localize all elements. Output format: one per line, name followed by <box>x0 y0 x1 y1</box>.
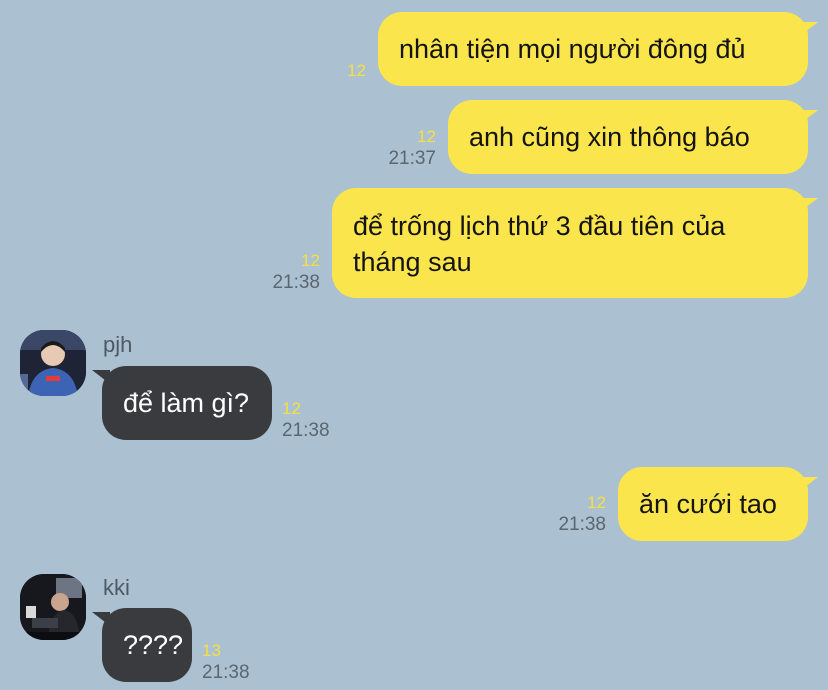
message-time: 21:37 <box>388 148 436 169</box>
unread-count: 12 <box>587 493 606 512</box>
message-meta: 13 21:38 <box>202 640 282 684</box>
bubble-tail <box>800 198 818 212</box>
message-meta: 12 21:38 <box>526 492 606 536</box>
outgoing-message-bubble[interactable]: ăn cưới tao <box>618 467 808 541</box>
incoming-message-bubble[interactable]: để làm gì? <box>102 366 272 440</box>
message-meta: 12 21:38 <box>240 250 320 294</box>
user-avatar-icon <box>20 574 86 640</box>
sender-name: kki <box>103 575 130 600</box>
unread-count: 12 <box>417 127 436 146</box>
message-meta: 12 21:38 <box>282 398 362 442</box>
user-avatar[interactable] <box>20 330 86 396</box>
outgoing-message-bubble[interactable]: để trống lịch thứ 3 đầu tiên của tháng s… <box>332 188 808 298</box>
message-time: 21:38 <box>202 662 250 683</box>
bubble-tail <box>800 110 818 124</box>
user-avatar-icon <box>20 330 86 396</box>
bubble-tail <box>800 22 818 36</box>
message-text: anh cũng xin thông báo <box>469 122 750 152</box>
unread-count: 12 <box>301 251 320 270</box>
bubble-tail <box>800 477 818 491</box>
message-meta: 12 21:37 <box>356 126 436 170</box>
message-meta: 12 <box>286 60 366 82</box>
message-text: ???? <box>123 630 184 660</box>
message-text: nhân tiện mọi người đông đủ <box>399 34 746 64</box>
incoming-message-bubble[interactable]: ???? <box>102 608 192 682</box>
sender-name: pjh <box>103 332 133 357</box>
outgoing-message-bubble[interactable]: nhân tiện mọi người đông đủ <box>378 12 808 86</box>
message-text: ăn cưới tao <box>639 489 777 519</box>
outgoing-message-bubble[interactable]: anh cũng xin thông báo <box>448 100 808 174</box>
unread-count: 13 <box>202 641 221 660</box>
unread-count: 12 <box>282 399 301 418</box>
message-text: để làm gì? <box>123 388 250 418</box>
message-time: 21:38 <box>558 514 606 535</box>
message-text: để trống lịch thứ 3 đầu tiên của tháng s… <box>353 211 726 277</box>
message-time: 21:38 <box>282 420 330 441</box>
unread-count: 12 <box>347 61 366 80</box>
user-avatar[interactable] <box>20 574 86 640</box>
message-time: 21:38 <box>272 272 320 293</box>
